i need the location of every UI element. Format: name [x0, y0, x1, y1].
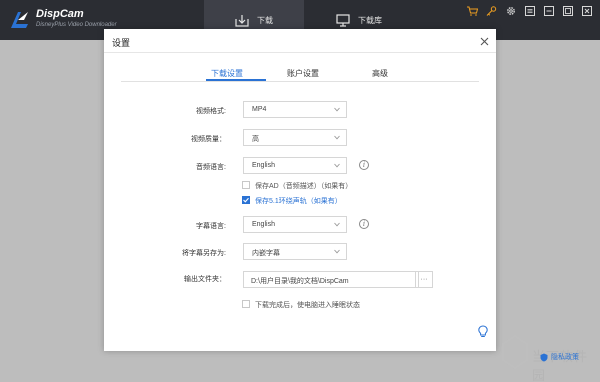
minimize-icon[interactable]	[541, 4, 556, 18]
output-folder-input[interactable]: D:\用户目录\我的文档\DispCam	[243, 271, 419, 288]
save-ad-checkbox[interactable]	[242, 181, 250, 189]
active-tab-indicator	[206, 79, 266, 81]
video-format-select[interactable]: MP4	[243, 101, 347, 118]
dialog-close-button[interactable]	[478, 35, 490, 47]
close-icon	[480, 37, 488, 45]
subtitle-language-select[interactable]: English	[243, 216, 347, 233]
chevron-down-icon	[334, 249, 340, 254]
close-icon[interactable]	[579, 4, 594, 18]
cart-icon[interactable]	[465, 4, 480, 18]
menu-icon[interactable]	[522, 4, 537, 18]
settings-dialog: 设置 下载设置 账户设置 高级 视频格式: MP4 视频质量： 高 音频语言: …	[104, 29, 496, 351]
privacy-policy-link[interactable]: 隐私政策	[540, 352, 579, 362]
monitor-icon	[336, 13, 350, 27]
save-ad-label: 保存AD（音频描述）（如果有）	[255, 183, 353, 190]
audio-language-label: 音频语言:	[196, 164, 226, 171]
maximize-icon[interactable]	[560, 4, 575, 18]
gear-icon[interactable]	[503, 4, 518, 18]
privacy-policy-label: 隐私政策	[551, 354, 579, 361]
app-subtitle: DisneyPlus Video Downloader	[36, 22, 117, 28]
subtitle-language-value: English	[252, 221, 275, 228]
settings-tabs: 下载设置 账户设置 高级	[121, 64, 479, 82]
browse-folder-button[interactable]: ···	[415, 271, 433, 288]
video-quality-value: 高	[252, 136, 259, 143]
chevron-down-icon	[334, 135, 340, 140]
video-format-value: MP4	[252, 106, 267, 113]
nav-download-label: 下载	[257, 15, 273, 25]
dialog-title: 设置	[112, 38, 131, 48]
output-folder-label: 输出文件夹：	[184, 276, 226, 283]
app-name: DispCam	[36, 8, 84, 20]
download-icon	[235, 14, 249, 27]
chevron-down-icon	[334, 107, 340, 112]
subtitle-language-label: 字幕语言:	[196, 223, 226, 230]
output-folder-value: D:\用户目录\我的文档\DispCam	[251, 278, 349, 285]
save-51-label: 保存5.1环绕声轨（如果有）	[255, 198, 342, 205]
audio-language-value: English	[252, 162, 275, 169]
chevron-down-icon	[334, 163, 340, 168]
watermark-logo-icon	[502, 334, 528, 370]
chevron-down-icon	[334, 222, 340, 227]
video-format-label: 视频格式:	[196, 108, 226, 115]
info-icon[interactable]: i	[359, 219, 369, 229]
shield-icon	[540, 353, 548, 361]
checkmark-icon	[243, 197, 249, 203]
key-icon[interactable]	[484, 4, 499, 18]
save-subtitle-as-label: 将字幕另存为:	[182, 250, 226, 257]
lightbulb-icon[interactable]	[477, 325, 489, 338]
tab-advanced[interactable]: 高级	[372, 68, 388, 79]
save-subtitle-as-value: 内嵌字幕	[252, 250, 280, 257]
tab-download-settings[interactable]: 下载设置	[211, 68, 243, 79]
dialog-header: 设置	[104, 29, 496, 53]
window-controls	[465, 4, 594, 18]
tab-account-settings[interactable]: 账户设置	[287, 68, 319, 79]
app-logo	[11, 12, 28, 28]
sleep-after-checkbox[interactable]	[242, 300, 250, 308]
nav-library-label: 下载库	[358, 15, 382, 25]
save-51-checkbox[interactable]	[242, 196, 250, 204]
video-quality-label: 视频质量：	[191, 136, 226, 143]
audio-language-select[interactable]: English	[243, 157, 347, 174]
video-quality-select[interactable]: 高	[243, 129, 347, 146]
info-icon[interactable]: i	[359, 160, 369, 170]
sleep-after-label: 下载完成后，使电脑进入睡眠状态	[255, 302, 360, 309]
save-subtitle-as-select[interactable]: 内嵌字幕	[243, 243, 347, 260]
